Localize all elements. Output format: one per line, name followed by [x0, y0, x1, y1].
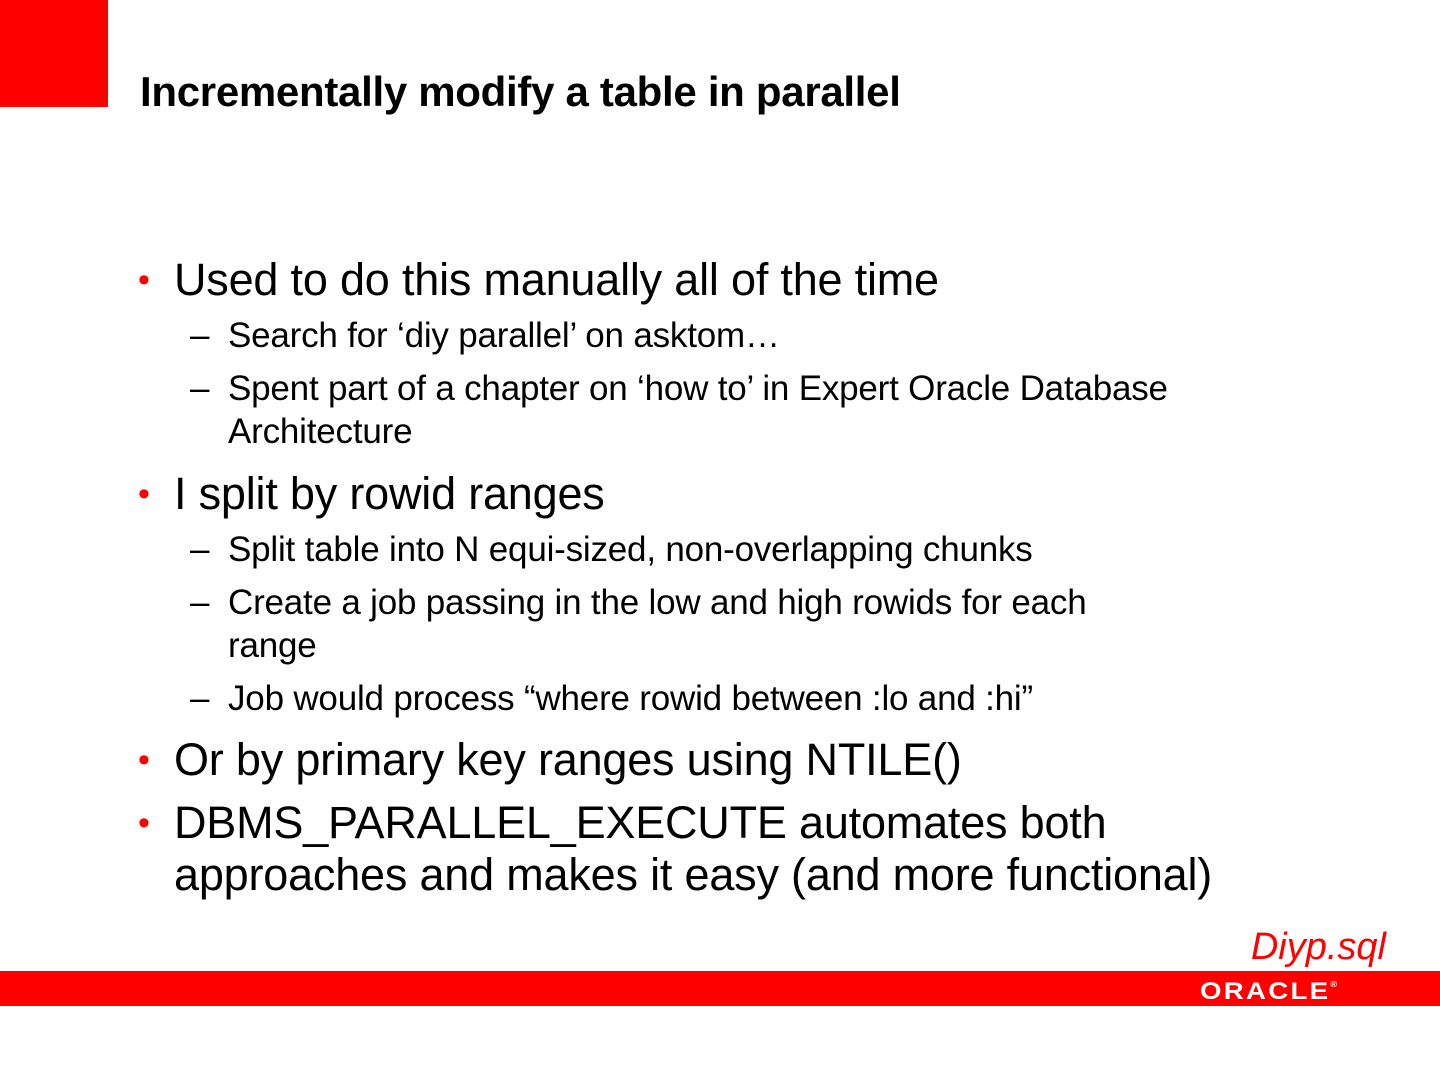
file-reference: Diyp.sql: [1250, 926, 1386, 968]
bullet-text: Used to do this manually all of the time: [174, 254, 939, 305]
dash-icon: –: [190, 316, 210, 355]
bullet-text: I split by rowid ranges: [174, 468, 605, 519]
dash-icon: –: [190, 369, 210, 408]
bullet-icon: •: [138, 475, 150, 513]
bullet-continuation: approaches and makes it easy (and more f…: [174, 849, 1212, 901]
bullet-item: • DBMS_PARALLEL_EXECUTE automates both: [138, 797, 1107, 849]
bullet-icon: •: [138, 741, 150, 779]
bullet-item: • Used to do this manually all of the ti…: [138, 254, 939, 306]
oracle-logo-text: ORACLE: [1200, 978, 1331, 1005]
slide-title: Incrementally modify a table in parallel: [140, 68, 901, 115]
sub-bullet-item: – Create a job passing in the low and hi…: [190, 581, 1087, 624]
bullet-icon: •: [138, 261, 150, 299]
corner-accent-block: [0, 0, 108, 107]
registered-mark-icon: ®: [1330, 980, 1338, 989]
sub-bullet-text: Search for ‘diy parallel’ on asktom…: [228, 316, 780, 355]
sub-bullet-item: – Search for ‘diy parallel’ on asktom…: [190, 314, 780, 357]
bullet-item: • I split by rowid ranges: [138, 468, 605, 520]
dash-icon: –: [190, 583, 210, 622]
bullet-icon: •: [138, 804, 150, 842]
sub-bullet-text: Spent part of a chapter on ‘how to’ in E…: [228, 369, 1168, 408]
sub-bullet-text: Create a job passing in the low and high…: [228, 583, 1087, 622]
sub-bullet-item: – Split table into N equi-sized, non-ove…: [190, 528, 1033, 571]
sub-bullet-text: Architecture: [228, 412, 413, 451]
bullet-item: • Or by primary key ranges using NTILE(): [138, 734, 962, 786]
sub-bullet-text: Job would process “where rowid between :…: [228, 679, 1033, 718]
sub-bullet-continuation: Architecture: [228, 410, 413, 453]
sub-bullet-item: – Spent part of a chapter on ‘how to’ in…: [190, 367, 1168, 410]
sub-bullet-continuation: range: [228, 624, 317, 667]
bullet-text: Or by primary key ranges using NTILE(): [174, 734, 962, 785]
dash-icon: –: [190, 679, 210, 718]
oracle-logo: ORACLE®: [1200, 978, 1337, 1006]
sub-bullet-text: Split table into N equi-sized, non-overl…: [228, 530, 1033, 569]
sub-bullet-text: range: [228, 626, 317, 665]
sub-bullet-item: – Job would process “where rowid between…: [190, 677, 1033, 720]
dash-icon: –: [190, 530, 210, 569]
bullet-text: approaches and makes it easy (and more f…: [174, 849, 1213, 900]
bullet-text: DBMS_PARALLEL_EXECUTE automates both: [174, 797, 1107, 848]
